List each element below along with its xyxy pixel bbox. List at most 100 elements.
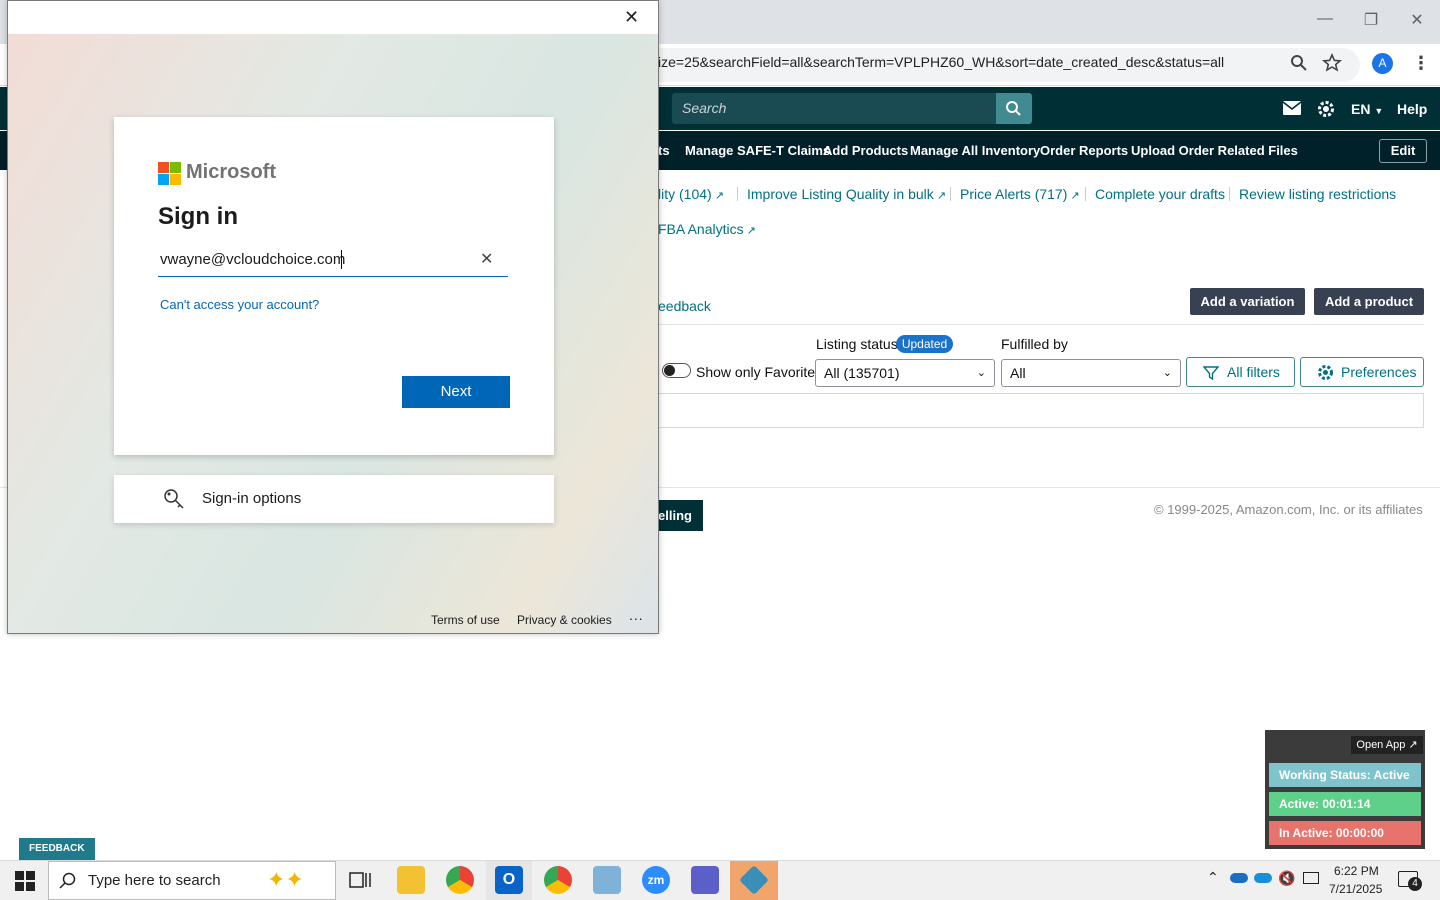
next-button[interactable]: Next	[402, 376, 510, 408]
inactive-time: In Active: 00:00:00	[1269, 821, 1421, 845]
amazon-search-placeholder: Search	[682, 100, 727, 116]
minimize-icon[interactable]: —	[1310, 10, 1340, 30]
language-selector[interactable]: EN ▼	[1351, 101, 1383, 117]
divider	[658, 324, 1424, 325]
listing-quality-link[interactable]: lity (104) ↗	[658, 186, 724, 202]
external-link-icon: ↗	[743, 225, 756, 237]
settings-gear-icon[interactable]	[1317, 100, 1335, 118]
subnav-add-products[interactable]: Add Products	[823, 143, 908, 158]
url-text[interactable]: ize=25&searchField=all&searchTerm=VPLPHZ…	[658, 54, 1224, 70]
subnav-item-0[interactable]: ts	[658, 143, 670, 158]
divider	[950, 187, 951, 201]
taskbar-search-input[interactable]: Type here to search ✦✦	[48, 861, 336, 900]
edit-nav-button[interactable]: Edit	[1379, 139, 1427, 163]
open-app-button[interactable]: Open App ↗	[1351, 736, 1423, 754]
external-link-icon: ↗	[1067, 190, 1080, 202]
active-time: Active: 00:01:14	[1269, 792, 1421, 816]
subnav-manage-all-inventory[interactable]: Manage All Inventory	[910, 143, 1040, 158]
preferences-button[interactable]: Preferences	[1300, 357, 1424, 387]
selling-button[interactable]: elling	[658, 500, 703, 531]
signin-titlebar: ✕	[8, 1, 658, 34]
improve-listing-quality-bulk-link[interactable]: Improve Listing Quality in bulk ↗	[747, 186, 946, 202]
subnav-order-reports[interactable]: Order Reports	[1040, 143, 1128, 158]
network-icon[interactable]	[1303, 872, 1319, 884]
cant-access-account-link[interactable]: Can't access your account?	[160, 297, 319, 312]
price-alerts-link[interactable]: Price Alerts (717) ↗	[960, 186, 1080, 202]
working-status: Working Status: Active	[1269, 763, 1421, 787]
signin-options-button[interactable]: Sign-in options	[114, 475, 554, 523]
external-link-icon: ↗	[933, 190, 947, 202]
outlook-icon[interactable]: O	[495, 866, 523, 894]
show-hidden-icons[interactable]: ⌃	[1207, 869, 1219, 886]
toggle-knob	[664, 365, 675, 376]
text-caret	[341, 250, 342, 269]
subnav-manage-safet-claims[interactable]: Manage SAFE-T Claims	[685, 143, 830, 158]
restore-icon[interactable]: ❐	[1356, 10, 1386, 30]
time-tracker-widget: Open App ↗ Working Status: Active Active…	[1265, 730, 1425, 849]
chevron-down-icon: ⌄	[1162, 367, 1172, 379]
terms-of-use-link[interactable]: Terms of use	[431, 613, 500, 627]
amazon-search-button[interactable]	[996, 93, 1032, 124]
clock-time[interactable]: 6:22 PM	[1334, 864, 1379, 878]
search-icon	[1006, 101, 1021, 116]
signin-heading: Sign in	[158, 203, 238, 230]
add-variation-button[interactable]: Add a variation	[1190, 288, 1305, 315]
external-link-icon: ↗	[711, 190, 724, 202]
copilot-sparkle-icon: ✦✦	[267, 867, 304, 892]
search-icon	[59, 872, 76, 889]
notifications-icon[interactable]: 4	[1398, 871, 1422, 891]
more-options-icon[interactable]: ...	[629, 607, 644, 623]
divider	[1085, 187, 1086, 201]
privacy-cookies-link[interactable]: Privacy & cookies	[517, 613, 612, 627]
volume-muted-icon[interactable]: 🔇	[1278, 870, 1295, 887]
add-product-button[interactable]: Add a product	[1314, 288, 1424, 315]
task-view-icon[interactable]	[349, 870, 371, 890]
feedback-link[interactable]: eedback	[658, 298, 711, 314]
copyright-text: © 1999-2025, Amazon.com, Inc. or its aff…	[1154, 502, 1423, 517]
all-filters-button[interactable]: All filters	[1186, 357, 1295, 387]
mail-icon[interactable]	[1283, 101, 1301, 115]
onedrive-icon[interactable]	[1254, 873, 1272, 883]
microsoft-brand-text: Microsoft	[186, 161, 276, 183]
app-icon[interactable]	[593, 866, 621, 894]
fulfilled-by-select[interactable]: All ⌄	[1001, 359, 1181, 387]
chrome-profile-icon[interactable]	[544, 866, 572, 894]
chevron-down-icon: ⌄	[976, 367, 986, 379]
review-listing-restrictions-link[interactable]: Review listing restrictions	[1239, 186, 1396, 202]
divider	[737, 187, 738, 201]
signin-card: Microsoft Sign in vwayne@vcloudchoice.co…	[114, 117, 554, 455]
subnav-upload-order-files[interactable]: Upload Order Related Files	[1131, 143, 1298, 158]
favorites-toggle[interactable]	[662, 363, 691, 378]
close-icon[interactable]: ✕	[624, 7, 639, 28]
key-icon	[164, 489, 184, 509]
close-window-icon[interactable]: ✕	[1402, 10, 1432, 30]
notification-count-badge: 4	[1408, 877, 1422, 891]
zoom-app-icon[interactable]: zm	[642, 866, 670, 894]
help-link[interactable]: Help	[1397, 101, 1427, 117]
fulfilled-by-label: Fulfilled by	[1001, 336, 1068, 352]
feedback-tab[interactable]: FEEDBACK ✕	[19, 838, 95, 876]
signin-background: Microsoft Sign in vwayne@vcloudchoice.co…	[8, 34, 658, 633]
results-table	[658, 393, 1424, 428]
microsoft-logo-icon	[158, 162, 181, 185]
file-explorer-icon[interactable]	[397, 866, 425, 894]
show-favorites-label: Show only Favorites	[696, 364, 823, 380]
onedrive-personal-icon[interactable]	[1230, 873, 1248, 883]
listing-status-select[interactable]: All (135701) ⌄	[815, 359, 995, 387]
signin-options-label: Sign-in options	[202, 490, 302, 507]
complete-drafts-link[interactable]: Complete your drafts	[1095, 186, 1225, 202]
chrome-icon[interactable]	[446, 866, 474, 894]
clock-date[interactable]: 7/21/2025	[1329, 882, 1382, 896]
zoom-icon[interactable]	[1290, 54, 1308, 72]
email-field[interactable]: vwayne@vcloudchoice.com ✕	[158, 243, 508, 277]
email-value: vwayne@vcloudchoice.com	[160, 251, 346, 268]
fba-analytics-link[interactable]: FBA Analytics ↗	[658, 221, 756, 237]
clear-input-icon[interactable]: ✕	[480, 249, 493, 269]
teams-icon[interactable]	[691, 866, 719, 894]
divider	[1229, 187, 1230, 201]
microsoft-signin-window: ✕ Microsoft Sign in vwayne@vcloudchoice.…	[7, 0, 659, 634]
profile-avatar[interactable]: A	[1372, 53, 1393, 74]
bookmark-star-icon[interactable]	[1322, 53, 1342, 73]
browser-menu-icon[interactable]: ⋮	[1412, 53, 1430, 74]
windows-start-icon[interactable]	[15, 871, 35, 891]
